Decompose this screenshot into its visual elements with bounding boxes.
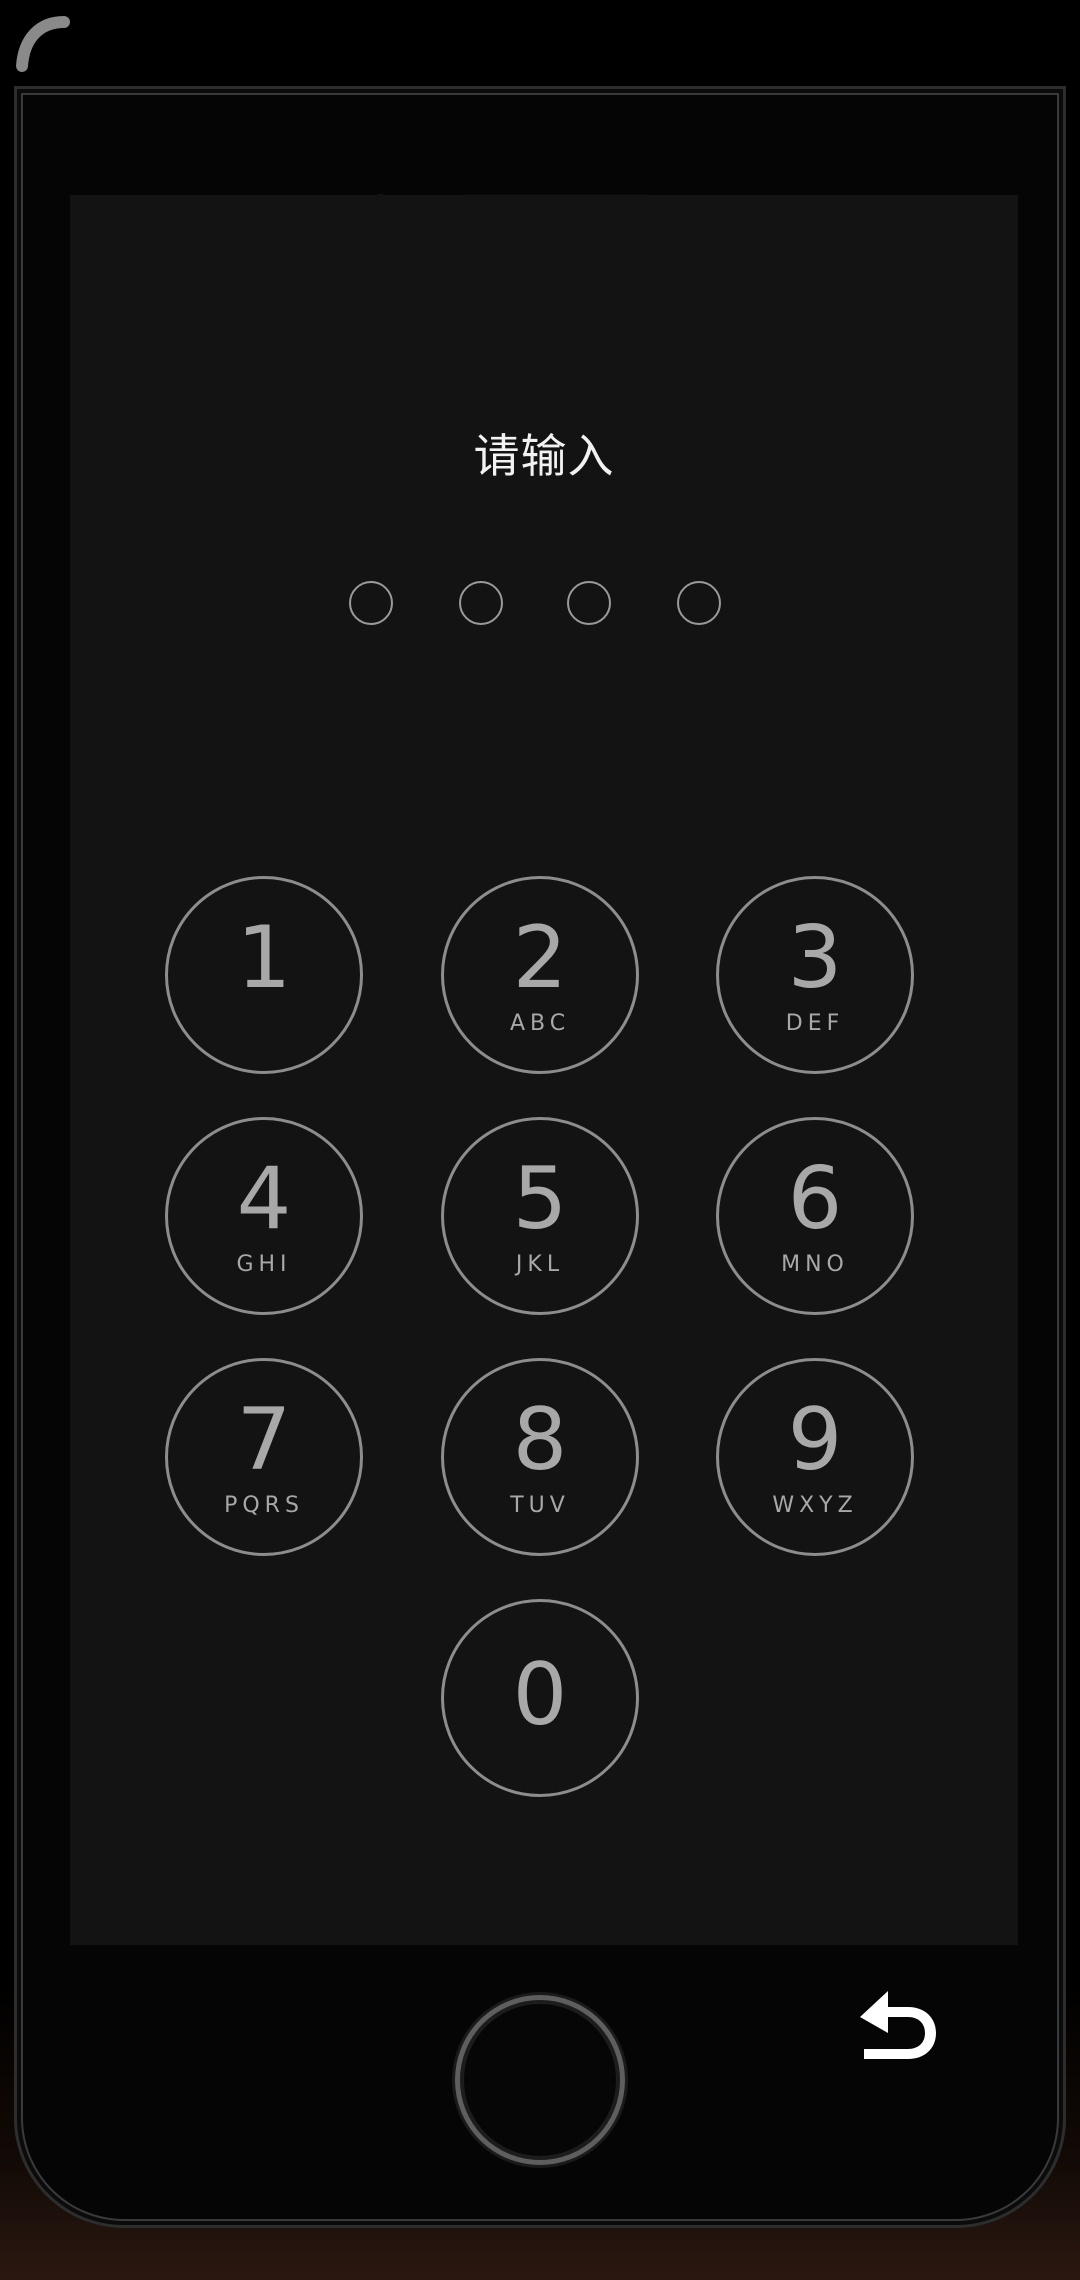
passcode-dot <box>349 581 393 625</box>
key-8[interactable]: 8 TUV <box>441 1358 639 1556</box>
key-digit: 5 <box>512 1149 568 1249</box>
key-digit: 8 <box>512 1390 568 1490</box>
home-button[interactable] <box>455 1995 625 2165</box>
key-6[interactable]: 6 MNO <box>716 1117 914 1315</box>
key-0[interactable]: 0 <box>441 1599 639 1797</box>
key-2[interactable]: 2 ABC <box>441 876 639 1074</box>
key-digit: 1 <box>236 908 292 1008</box>
key-digit: 4 <box>236 1149 292 1249</box>
key-7[interactable]: 7 PQRS <box>165 1358 363 1556</box>
key-3[interactable]: 3 DEF <box>716 876 914 1074</box>
key-5[interactable]: 5 JKL <box>441 1117 639 1315</box>
key-digit: 3 <box>787 908 843 1008</box>
key-letters: ABC <box>509 1011 571 1036</box>
key-letters: GHI <box>236 1252 292 1277</box>
key-9[interactable]: 9 WXYZ <box>716 1358 914 1556</box>
key-digit: 2 <box>512 908 568 1008</box>
key-letters: TUV <box>510 1493 570 1518</box>
key-letters: PQRS <box>224 1493 304 1518</box>
key-digit: 7 <box>236 1390 292 1490</box>
passcode-dots <box>70 581 1018 631</box>
key-letters: WXYZ <box>772 1493 858 1518</box>
lock-screen: 请输入 1 2 ABC 3 DEF 4 GHI 5 JKL 6 MNO 7 PQ… <box>70 195 1018 1945</box>
back-arrow-icon[interactable] <box>850 1985 940 2065</box>
key-digit: 0 <box>512 1645 568 1745</box>
key-letters: MNO <box>781 1252 849 1277</box>
key-letters: DEF <box>785 1011 845 1036</box>
key-letters: JKL <box>515 1252 565 1277</box>
key-digit: 6 <box>787 1149 843 1249</box>
curved-grip-icon <box>16 16 70 72</box>
passcode-dot <box>459 581 503 625</box>
passcode-dot <box>677 581 721 625</box>
passcode-dot <box>567 581 611 625</box>
app-root: 请输入 1 2 ABC 3 DEF 4 GHI 5 JKL 6 MNO 7 PQ… <box>0 0 1080 2280</box>
key-1[interactable]: 1 <box>165 876 363 1074</box>
passcode-prompt: 请输入 <box>473 429 615 483</box>
key-4[interactable]: 4 GHI <box>165 1117 363 1315</box>
key-digit: 9 <box>787 1390 843 1490</box>
